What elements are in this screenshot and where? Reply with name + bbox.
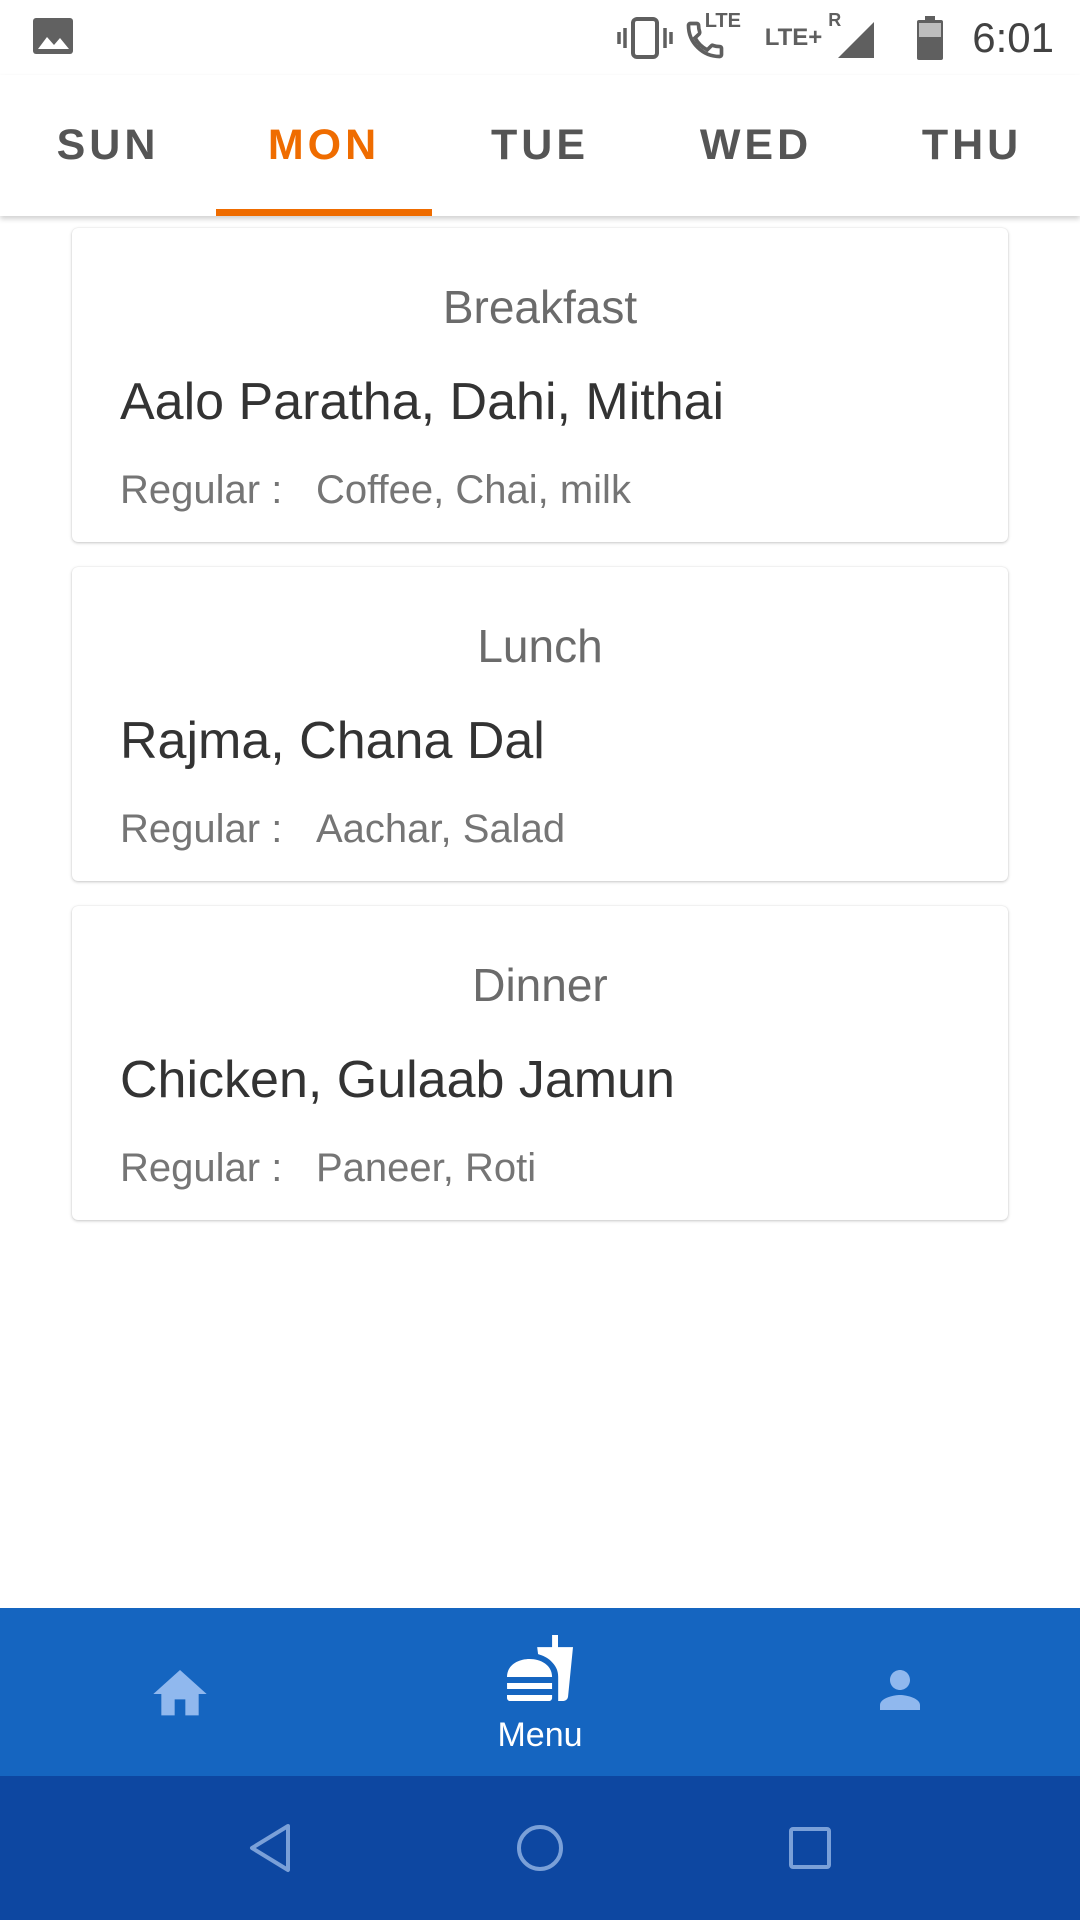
- home-circle-icon: [517, 1825, 563, 1871]
- nav-home[interactable]: [0, 1608, 360, 1776]
- recents-icon: [789, 1827, 831, 1869]
- tab-mon[interactable]: MON: [216, 75, 432, 216]
- regular-label: Regular :: [120, 807, 283, 851]
- regular-label: Regular :: [120, 1146, 283, 1190]
- battery-icon: [917, 16, 944, 60]
- meal-title: Dinner: [472, 959, 608, 1011]
- meal-items: Rajma, Chana Dal: [120, 712, 545, 770]
- meal-card-breakfast: Breakfast Aalo Paratha, Dahi, Mithai Reg…: [72, 228, 1008, 542]
- meal-title: Lunch: [477, 620, 603, 672]
- vibrate-icon: [616, 17, 673, 59]
- meal-items: Chicken, Gulaab Jamun: [120, 1051, 675, 1109]
- system-navigation-bar: [0, 1776, 1080, 1920]
- nav-menu[interactable]: Menu: [360, 1608, 720, 1776]
- image-icon: [33, 18, 73, 54]
- active-tab-indicator: [216, 209, 432, 216]
- regular-label: Regular :: [120, 468, 283, 512]
- person-icon: [880, 1670, 920, 1710]
- system-back-button[interactable]: [210, 1776, 330, 1920]
- tab-sun[interactable]: SUN: [0, 75, 216, 216]
- volte-call-icon: LTE: [683, 10, 743, 62]
- signal-icon: R: [828, 10, 876, 60]
- meal-title: Breakfast: [442, 281, 638, 333]
- nav-menu-label: Menu: [497, 1716, 583, 1754]
- clock-time: 6:01: [972, 14, 1054, 61]
- regular-value: Coffee, Chai, milk: [316, 468, 631, 512]
- system-home-button[interactable]: [480, 1776, 600, 1920]
- system-recents-button[interactable]: [750, 1776, 870, 1920]
- home-icon: [153, 1670, 207, 1716]
- lte-plus-label: LTE+: [764, 24, 823, 51]
- status-bar: LTE LTE+ R 6:01: [0, 0, 1080, 75]
- meal-items: Aalo Paratha, Dahi, Mithai: [120, 373, 725, 431]
- tab-thu[interactable]: THU: [864, 75, 1080, 216]
- tab-tue[interactable]: TUE: [432, 75, 648, 216]
- bottom-navigation: Menu: [0, 1608, 1080, 1776]
- back-icon: [250, 1824, 290, 1872]
- lte-label: LTE: [704, 10, 741, 32]
- day-tabs: SUN MON TUE WED THU: [0, 75, 1080, 216]
- fastfood-icon: [507, 1635, 573, 1701]
- nav-profile[interactable]: [720, 1608, 1080, 1776]
- tab-wed[interactable]: WED: [648, 75, 864, 216]
- regular-value: Paneer, Roti: [316, 1146, 537, 1190]
- regular-value: Aachar, Salad: [316, 807, 566, 851]
- meal-card-dinner: Dinner Chicken, Gulaab Jamun Regular : P…: [72, 906, 1008, 1220]
- meal-card-lunch: Lunch Rajma, Chana Dal Regular : Aachar,…: [72, 567, 1008, 881]
